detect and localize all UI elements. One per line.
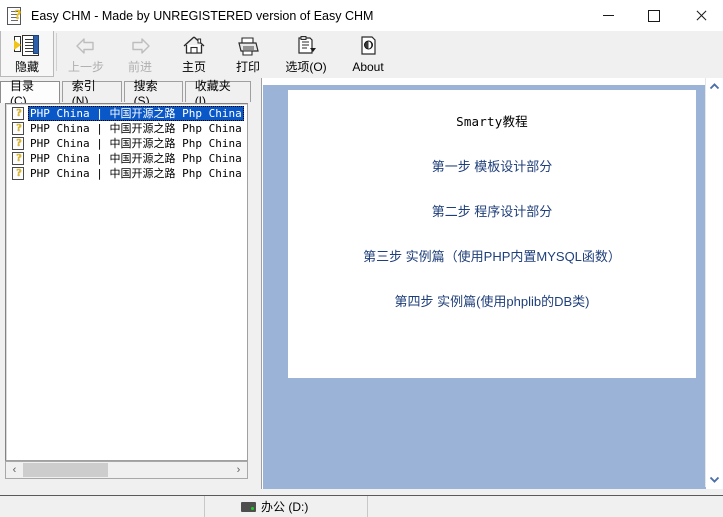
document-background: Smarty教程 第一步 模板设计部分 第二步 程序设计部分 第三步 实例篇（使…	[263, 85, 706, 489]
hscroll-thumb[interactable]	[23, 463, 108, 477]
tree-item[interactable]: ? PHP China | 中国开源之路 Php China	[6, 151, 247, 166]
tree-item-label: PHP China | 中国开源之路 Php China	[28, 121, 244, 136]
toolbar-button-print[interactable]: 打印	[221, 31, 275, 77]
contents-tree[interactable]: ? PHP China | 中国开源之路 Php China ? PHP Chi…	[5, 103, 248, 461]
content-link-step1[interactable]: 第一步 模板设计部分	[288, 156, 696, 175]
maximize-button[interactable]	[631, 0, 677, 31]
minimize-icon	[603, 15, 614, 16]
content-link-step4[interactable]: 第四步 实例篇(使用phplib的DB类)	[288, 291, 696, 310]
nav-tabs: 目录(C) 索引(N) 搜索(S) 收藏夹(I)	[0, 81, 253, 103]
scroll-down-icon[interactable]	[706, 470, 723, 487]
tree-item[interactable]: ? PHP China | 中国开源之路 Php China	[6, 166, 247, 181]
toolbar-button-options[interactable]: 选项(O)	[275, 31, 337, 77]
drive-label: 办公 (D:)	[261, 498, 308, 515]
scroll-left-icon[interactable]: ‹	[6, 462, 23, 478]
toolbar-label-about: About	[352, 61, 383, 74]
toolbar: 隐藏 上一步 前进	[0, 31, 723, 79]
back-arrow-icon	[73, 34, 99, 59]
scroll-up-icon[interactable]	[706, 78, 723, 95]
document-body: Smarty教程 第一步 模板设计部分 第二步 程序设计部分 第三步 实例篇（使…	[288, 90, 696, 378]
close-button[interactable]	[677, 0, 723, 31]
close-icon	[695, 10, 706, 21]
tree-item[interactable]: ? PHP China | 中国开源之路 Php China	[6, 136, 247, 151]
content-link-step2[interactable]: 第二步 程序设计部分	[288, 201, 696, 220]
toolbar-label-back: 上一步	[68, 61, 104, 74]
chm-help-icon: ?	[6, 7, 24, 25]
toolbar-label-home: 主页	[182, 61, 206, 74]
minimize-button[interactable]	[585, 0, 631, 31]
navigation-pane: 目录(C) 索引(N) 搜索(S) 收藏夹(I) ? PHP China | 中…	[0, 78, 253, 489]
status-cell-3	[368, 496, 723, 517]
window-title: Easy CHM - Made by UNREGISTERED version …	[31, 9, 373, 23]
help-page-icon: ?	[12, 122, 24, 135]
scroll-right-icon[interactable]: ›	[230, 462, 247, 478]
tree-item-label: PHP China | 中国开源之路 Php China	[28, 136, 244, 151]
maximize-icon	[648, 10, 660, 22]
pane-splitter[interactable]	[253, 78, 261, 489]
tree-horizontal-scrollbar[interactable]: ‹ ›	[5, 461, 248, 479]
status-bar: 办公 (D:)	[0, 495, 723, 517]
toolbar-label-print: 打印	[236, 61, 260, 74]
tree-item[interactable]: ? PHP China | 中国开源之路 Php China	[6, 106, 247, 121]
toolbar-label-hide: 隐藏	[15, 61, 39, 74]
title-bar: ? Easy CHM - Made by UNREGISTERED versio…	[0, 0, 723, 32]
tab-favorites[interactable]: 收藏夹(I)	[185, 81, 251, 102]
help-page-icon: ?	[12, 167, 24, 180]
toolbar-button-home[interactable]: 主页	[167, 31, 221, 77]
help-page-icon: ?	[12, 107, 24, 120]
about-icon	[355, 34, 381, 59]
hscroll-track[interactable]	[23, 462, 230, 478]
tree-item-label: PHP China | 中国开源之路 Php China	[28, 106, 244, 121]
printer-icon	[235, 34, 261, 59]
status-cell-1	[0, 496, 205, 517]
tree-item[interactable]: ? PHP China | 中国开源之路 Php China	[6, 121, 247, 136]
help-page-icon: ?	[12, 137, 24, 150]
toolbar-button-back[interactable]: 上一步	[59, 31, 113, 77]
home-icon	[181, 34, 207, 59]
options-icon	[293, 34, 319, 59]
help-page-icon: ?	[12, 152, 24, 165]
easy-chm-window: ? Easy CHM - Made by UNREGISTERED versio…	[0, 0, 723, 517]
content-pane: Smarty教程 第一步 模板设计部分 第二步 程序设计部分 第三步 实例篇（使…	[261, 78, 723, 489]
tree-item-label: PHP China | 中国开源之路 Php China	[28, 166, 244, 181]
hide-panel-icon	[14, 34, 40, 59]
content-link-step3[interactable]: 第三步 实例篇（使用PHP内置MYSQL函数）	[288, 246, 696, 265]
toolbar-button-hide[interactable]: 隐藏	[0, 31, 54, 77]
window-controls	[585, 0, 723, 31]
drive-icon	[241, 502, 256, 512]
toolbar-label-options: 选项(O)	[285, 61, 326, 74]
tab-index[interactable]: 索引(N)	[62, 81, 122, 102]
toolbar-button-forward[interactable]: 前进	[113, 31, 167, 77]
status-cell-drive: 办公 (D:)	[205, 496, 368, 517]
tab-search[interactable]: 搜索(S)	[124, 81, 183, 102]
forward-arrow-icon	[127, 34, 153, 59]
tree-item-label: PHP China | 中国开源之路 Php China	[28, 151, 244, 166]
content-vertical-scrollbar[interactable]	[705, 78, 723, 487]
tab-contents[interactable]: 目录(C)	[0, 81, 60, 103]
toolbar-button-about[interactable]: About	[337, 31, 399, 77]
toolbar-label-forward: 前进	[128, 61, 152, 74]
page-title: Smarty教程	[288, 111, 696, 130]
toolbar-separator	[56, 33, 57, 71]
